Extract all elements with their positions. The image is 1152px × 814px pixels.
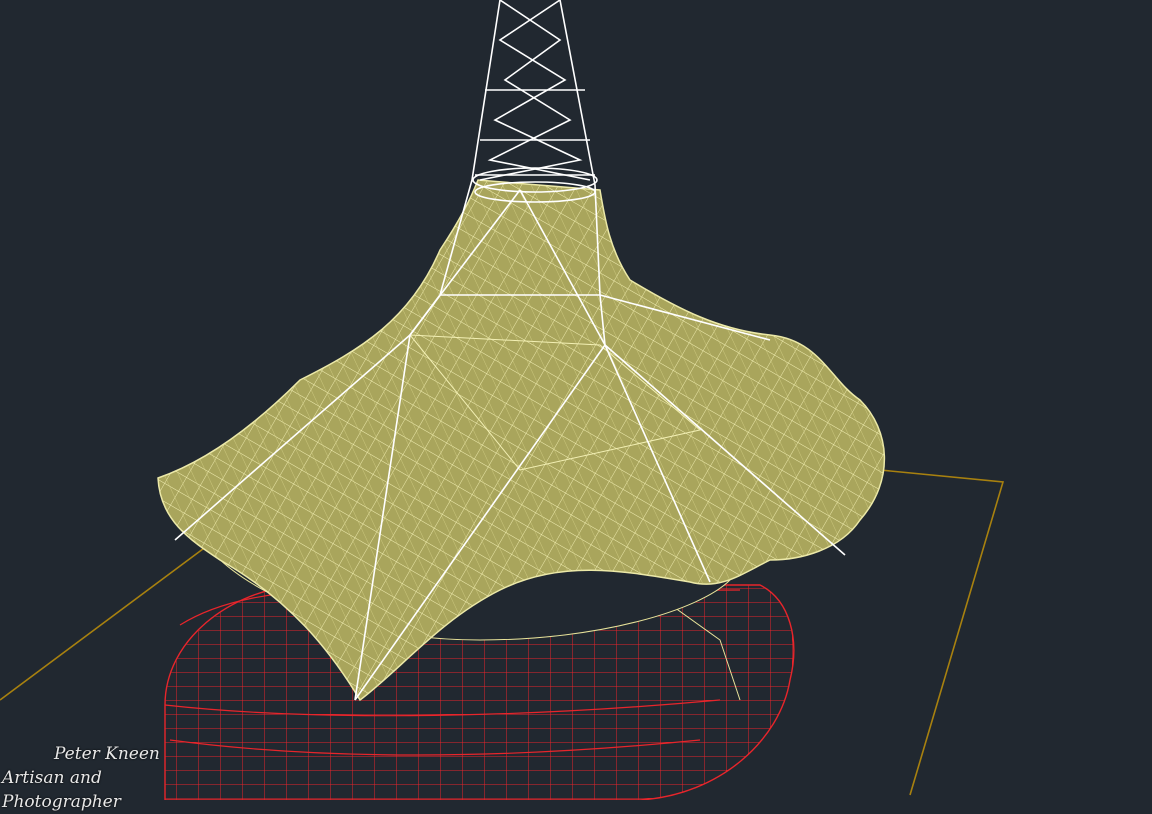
watermark-subtitle: Artisan and Photographer: [2, 768, 121, 812]
cad-wireframe-viewport[interactable]: [0, 0, 1152, 800]
watermark-signature: Peter Kneen Artisan and Photographer: [0, 742, 210, 814]
watermark-name: Peter Kneen: [54, 744, 160, 764]
wireframe-drawing: [0, 0, 1005, 800]
